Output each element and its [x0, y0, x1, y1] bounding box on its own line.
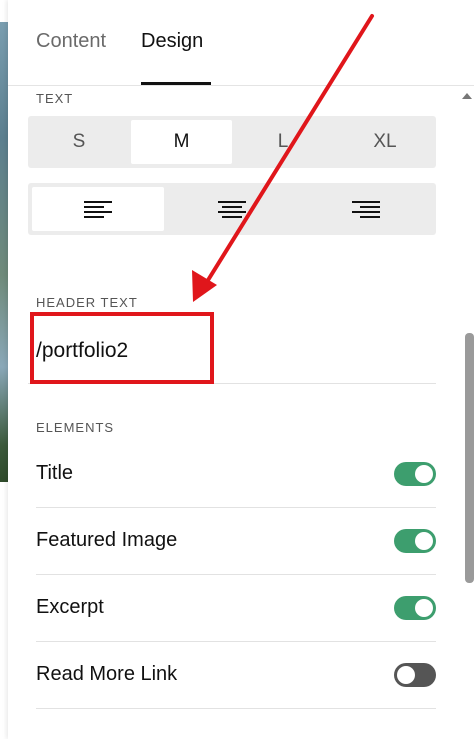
header-text-value[interactable]: /portfolio2 — [36, 339, 128, 363]
size-option-l[interactable]: L — [232, 120, 334, 164]
text-section-label: TEXT — [36, 91, 74, 106]
header-text-field[interactable]: /portfolio2 — [28, 313, 436, 384]
header-text-label: HEADER TEXT — [36, 295, 138, 310]
element-label: Title — [36, 462, 74, 484]
scrollbar-thumb[interactable] — [465, 333, 474, 583]
element-label: Featured Image — [36, 529, 178, 551]
size-option-xl[interactable]: XL — [334, 120, 436, 164]
align-left-icon — [84, 200, 112, 218]
featured-image-toggle[interactable] — [394, 529, 436, 553]
title-toggle[interactable] — [394, 462, 436, 486]
excerpt-toggle[interactable] — [394, 596, 436, 620]
element-label: Read More Link — [36, 663, 178, 685]
align-right-icon — [352, 200, 380, 218]
toggle-knob — [415, 465, 433, 483]
element-row-featured-image: Featured Image — [36, 507, 436, 575]
active-tab-indicator — [141, 82, 211, 85]
tab-content[interactable]: Content — [36, 30, 106, 53]
design-settings-panel: Content Design TEXT S M L XL HEADER TEXT — [8, 0, 474, 739]
align-left-button[interactable] — [32, 187, 164, 231]
align-center-button[interactable] — [166, 187, 298, 231]
element-row-read-more-link: Read More Link — [36, 641, 436, 709]
size-option-m[interactable]: M — [131, 120, 232, 164]
element-label: Excerpt — [36, 596, 104, 618]
text-size-selector: S M L XL — [28, 116, 436, 168]
panel-tabs: Content Design — [8, 0, 474, 86]
text-alignment-selector — [28, 183, 436, 235]
toggle-knob — [415, 532, 433, 550]
element-row-title: Title — [36, 440, 436, 508]
toggle-knob — [397, 666, 415, 684]
element-row-excerpt: Excerpt — [36, 574, 436, 642]
elements-section-label: ELEMENTS — [36, 420, 115, 435]
read-more-link-toggle[interactable] — [394, 663, 436, 687]
tab-design[interactable]: Design — [141, 30, 203, 53]
toggle-knob — [415, 599, 433, 617]
align-center-icon — [218, 200, 246, 218]
scroll-up-arrow-icon[interactable] — [462, 93, 472, 99]
align-right-button[interactable] — [300, 187, 432, 231]
background-image — [0, 22, 8, 482]
size-option-s[interactable]: S — [28, 120, 130, 164]
